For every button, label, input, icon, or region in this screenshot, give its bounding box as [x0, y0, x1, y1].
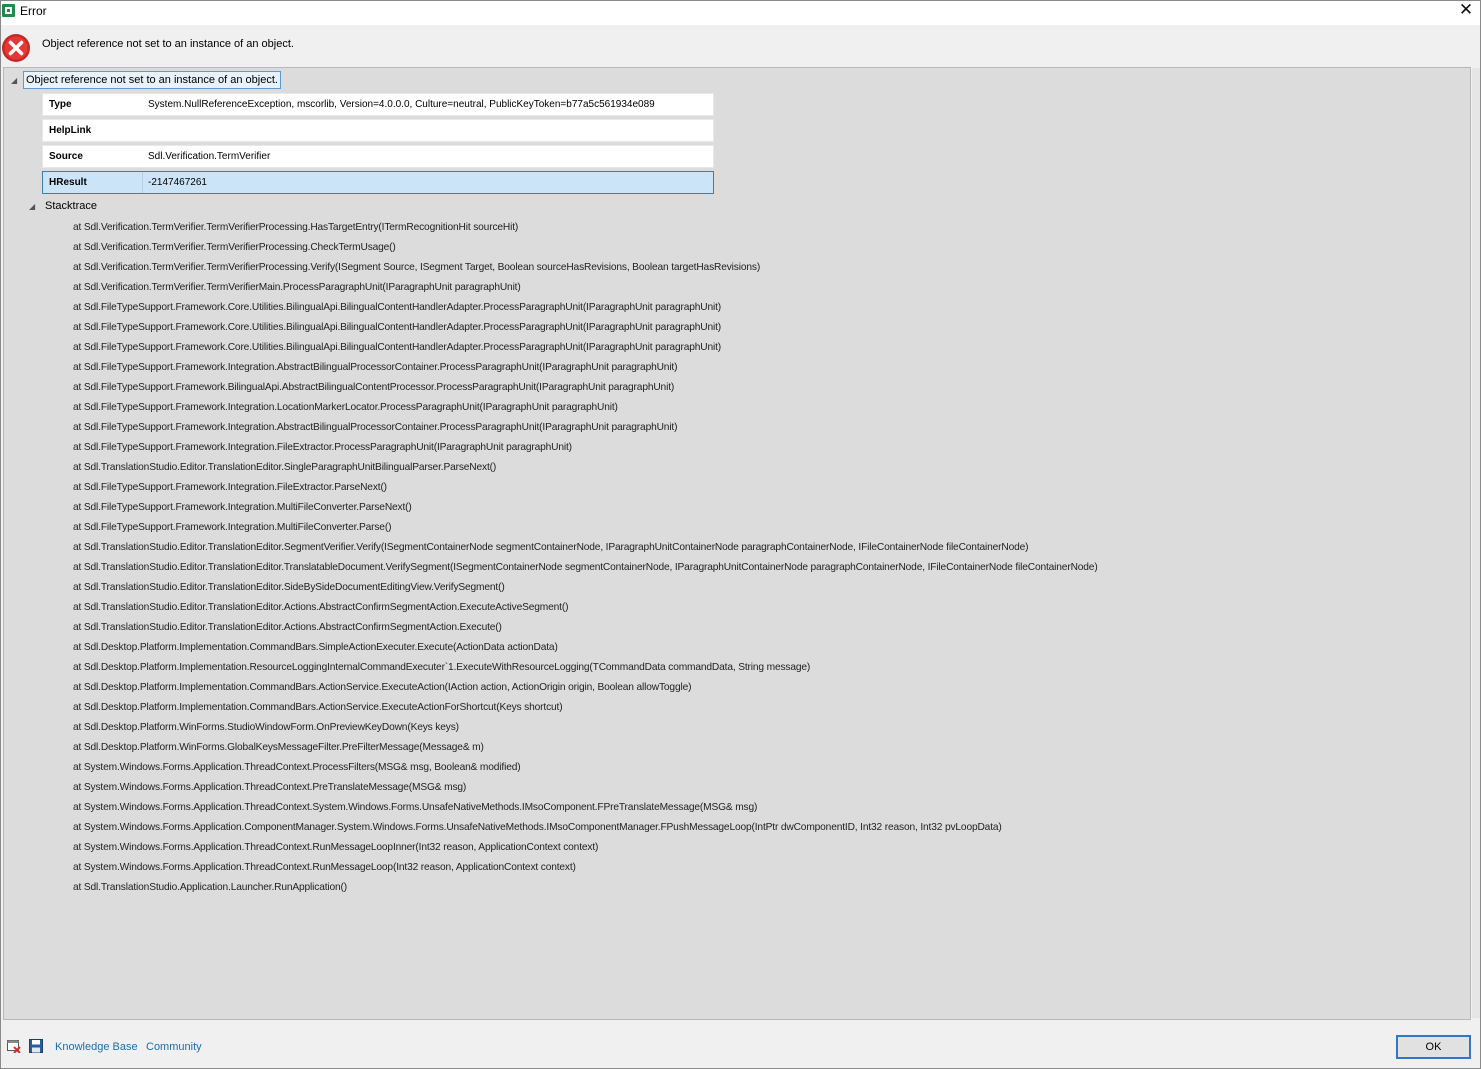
stacktrace-line: at Sdl.FileTypeSupport.Framework.Integra…	[73, 402, 618, 413]
stacktrace-node[interactable]: Stacktrace	[45, 200, 97, 212]
expanded-triangle-icon[interactable]: ◢	[11, 76, 17, 85]
stacktrace-line: at Sdl.TranslationStudio.Editor.Translat…	[73, 602, 569, 613]
stacktrace-line: at Sdl.FileTypeSupport.Framework.Bilingu…	[73, 382, 675, 393]
community-link[interactable]: Community	[146, 1041, 202, 1053]
expanded-triangle-icon[interactable]: ◢	[29, 202, 35, 211]
error-dialog: Error ✕ Object reference not set to an i…	[0, 0, 1481, 1069]
stacktrace-line: at Sdl.FileTypeSupport.Framework.Integra…	[73, 482, 387, 493]
property-row-hresult[interactable]: HResult -2147467261	[42, 171, 714, 194]
property-key: Source	[49, 151, 83, 162]
stacktrace-line: at System.Windows.Forms.Application.Thre…	[73, 862, 576, 873]
stacktrace-line: at Sdl.Verification.TermVerifier.TermVer…	[73, 262, 761, 273]
stacktrace-line: at Sdl.TranslationStudio.Editor.Translat…	[73, 562, 1098, 573]
property-value: System.NullReferenceException, mscorlib,…	[148, 99, 655, 110]
close-button[interactable]: ✕	[1452, 1, 1480, 21]
stacktrace-line: at Sdl.FileTypeSupport.Framework.Integra…	[73, 362, 678, 373]
property-row-source[interactable]: Source Sdl.Verification.TermVerifier	[42, 145, 714, 168]
property-value: Sdl.Verification.TermVerifier	[148, 151, 271, 162]
stacktrace-line: at Sdl.FileTypeSupport.Framework.Integra…	[73, 442, 572, 453]
stacktrace-line: at Sdl.Desktop.Platform.Implementation.C…	[73, 702, 563, 713]
stacktrace-line: at Sdl.TranslationStudio.Application.Lau…	[73, 882, 348, 893]
stacktrace-line: at Sdl.Desktop.Platform.Implementation.C…	[73, 682, 692, 693]
exception-tree[interactable]: ◢ Object reference not set to an instanc…	[3, 67, 1471, 1020]
error-header: Object reference not set to an instance …	[1, 25, 1480, 67]
stacktrace-line: at Sdl.Verification.TermVerifier.TermVer…	[73, 222, 519, 233]
stacktrace-line: at System.Windows.Forms.Application.Thre…	[73, 802, 758, 813]
stacktrace-line: at System.Windows.Forms.Application.Thre…	[73, 762, 521, 773]
property-row-type[interactable]: Type System.NullReferenceException, msco…	[42, 93, 714, 116]
close-icon: ✕	[1458, 0, 1474, 19]
stacktrace-line: at Sdl.FileTypeSupport.Framework.Core.Ut…	[73, 322, 722, 333]
stacktrace-line: at Sdl.Desktop.Platform.WinForms.StudioW…	[73, 722, 459, 733]
tree-root-node[interactable]: Object reference not set to an instance …	[23, 71, 281, 89]
stacktrace-line: at Sdl.Desktop.Platform.Implementation.C…	[73, 642, 558, 653]
stacktrace-line: at Sdl.FileTypeSupport.Framework.Integra…	[73, 422, 678, 433]
stacktrace-line: at System.Windows.Forms.Application.Comp…	[73, 822, 1002, 833]
save-icon[interactable]	[29, 1039, 43, 1053]
stacktrace-line: at Sdl.FileTypeSupport.Framework.Integra…	[73, 502, 412, 513]
window-title: Error	[20, 4, 47, 18]
clear-log-icon[interactable]	[7, 1039, 21, 1053]
error-icon	[2, 34, 30, 62]
stacktrace-line: at Sdl.Verification.TermVerifier.TermVer…	[73, 242, 396, 253]
stacktrace-line: at Sdl.FileTypeSupport.Framework.Core.Ut…	[73, 302, 722, 313]
stacktrace-line: at Sdl.Desktop.Platform.Implementation.R…	[73, 662, 811, 673]
property-key: Type	[49, 99, 72, 110]
property-key: HelpLink	[49, 125, 92, 136]
column-divider	[142, 172, 143, 193]
stacktrace-line: at System.Windows.Forms.Application.Thre…	[73, 842, 599, 853]
stacktrace-line: at Sdl.FileTypeSupport.Framework.Core.Ut…	[73, 342, 722, 353]
stacktrace-list: at Sdl.Verification.TermVerifier.TermVer…	[73, 218, 1098, 898]
property-key: HResult	[49, 177, 87, 188]
stacktrace-line: at Sdl.TranslationStudio.Editor.Translat…	[73, 622, 502, 633]
stacktrace-line: at System.Windows.Forms.Application.Thre…	[73, 782, 467, 793]
ok-button[interactable]: OK	[1396, 1035, 1471, 1059]
property-value: -2147467261	[148, 177, 207, 188]
scrollbar[interactable]	[1472, 68, 1480, 1018]
app-icon	[2, 4, 15, 17]
footer: Knowledge Base Community OK	[1, 1019, 1480, 1068]
knowledge-base-link[interactable]: Knowledge Base	[55, 1041, 138, 1053]
stacktrace-line: at Sdl.TranslationStudio.Editor.Translat…	[73, 462, 497, 473]
stacktrace-line: at Sdl.Desktop.Platform.WinForms.GlobalK…	[73, 742, 484, 753]
error-message: Object reference not set to an instance …	[42, 38, 294, 50]
stacktrace-line: at Sdl.TranslationStudio.Editor.Translat…	[73, 582, 505, 593]
stacktrace-line: at Sdl.TranslationStudio.Editor.Translat…	[73, 542, 1029, 553]
stacktrace-line: at Sdl.FileTypeSupport.Framework.Integra…	[73, 522, 392, 533]
title-bar: Error ✕	[1, 1, 1480, 25]
stacktrace-line: at Sdl.Verification.TermVerifier.TermVer…	[73, 282, 521, 293]
property-row-helplink[interactable]: HelpLink	[42, 119, 714, 142]
